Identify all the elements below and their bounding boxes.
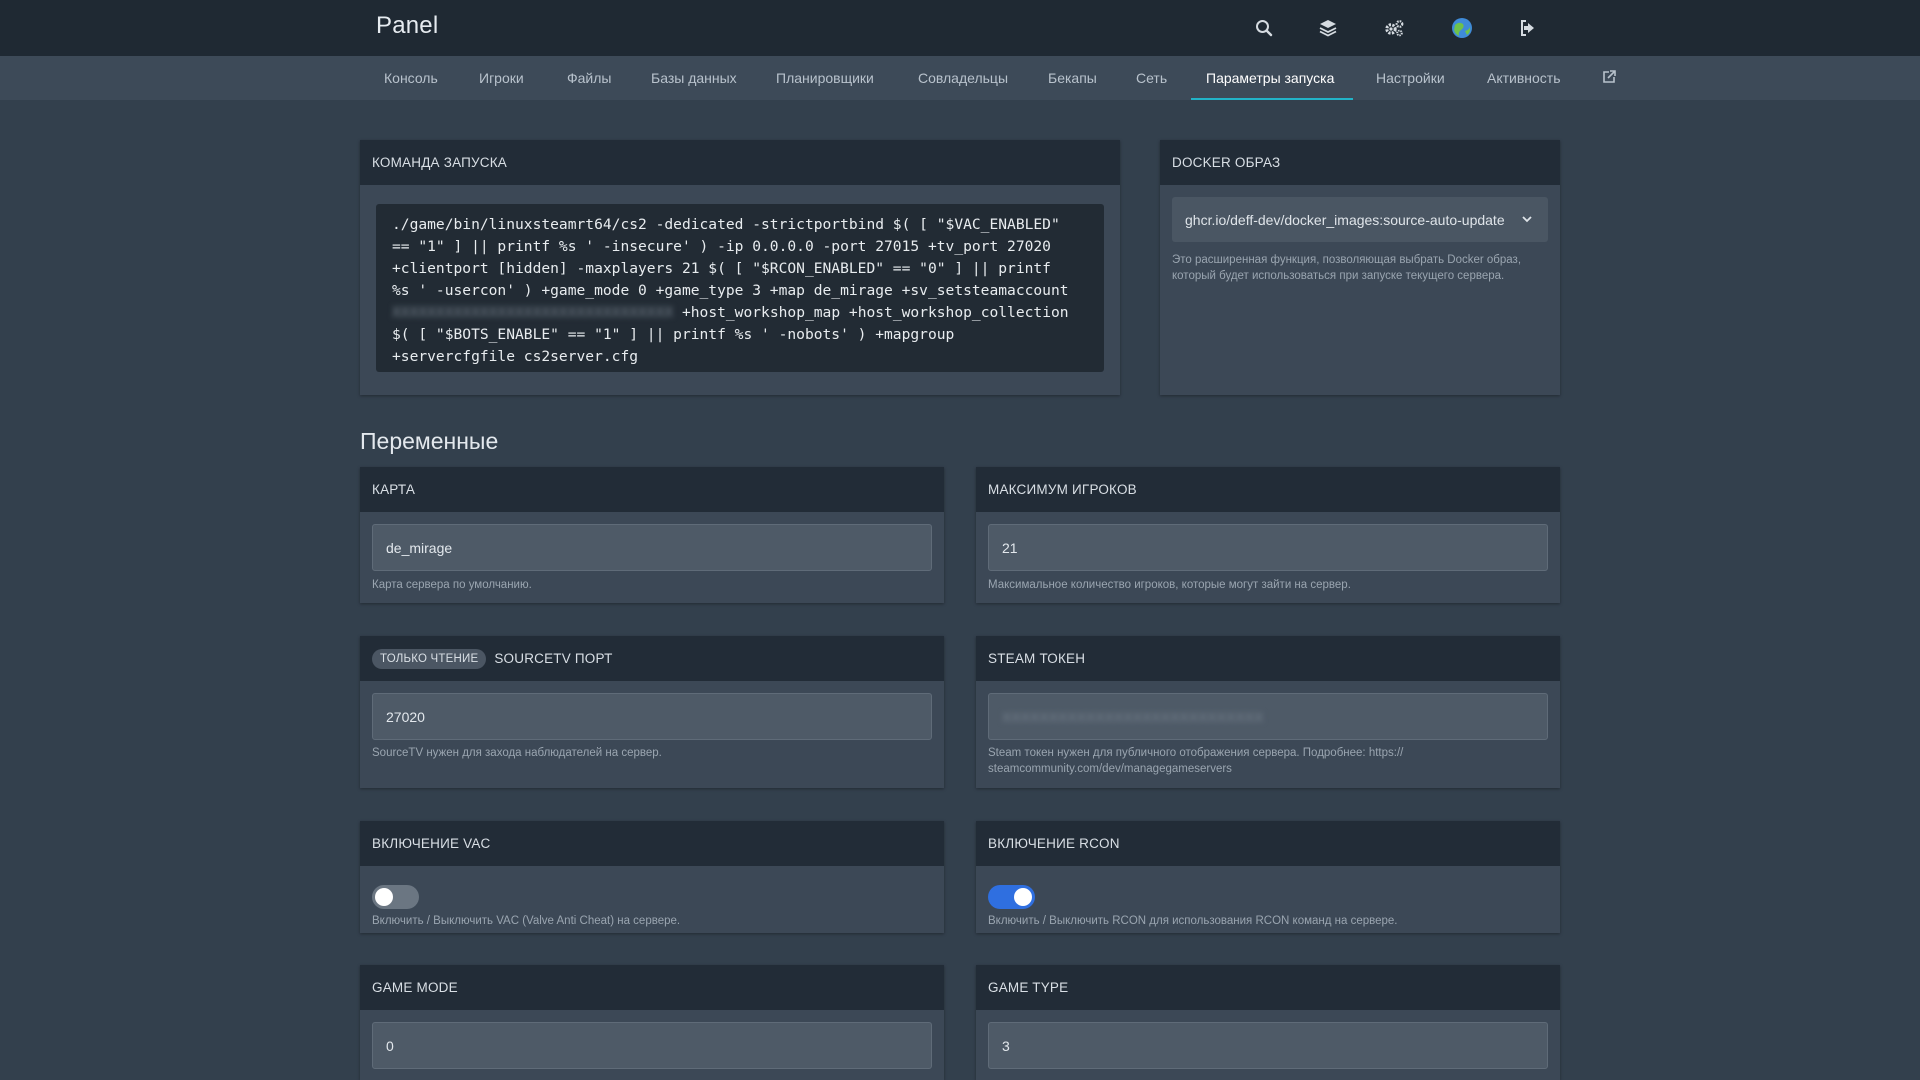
docker-image-title: DOCKER ОБРАЗ xyxy=(1160,140,1560,185)
variable-card-max-players: МАКСИМУМ ИГРОКОВ 21 Максимальное количес… xyxy=(976,467,1560,603)
sourcetv-port-input[interactable]: 27020 xyxy=(372,693,932,740)
input-value: 21 xyxy=(1002,539,1018,556)
docker-image-help: Это расширенная функция, позволяющая выб… xyxy=(1172,252,1552,284)
tab-players[interactable]: Игроки xyxy=(479,56,524,100)
tab-backups[interactable]: Бекапы xyxy=(1048,56,1097,100)
command-line: $( [ "$BOTS_ENABLE" == "1" ] || printf %… xyxy=(392,326,955,343)
startup-command-title: КОМАНДА ЗАПУСКА xyxy=(360,140,1120,185)
variable-title: GAME MODE xyxy=(360,965,944,1010)
variable-title: КАРТА xyxy=(360,467,944,512)
input-value: de_mirage xyxy=(386,539,453,556)
tab-network[interactable]: Сеть xyxy=(1136,56,1167,100)
cogs-icon[interactable] xyxy=(1382,16,1406,40)
hidden-account-token: XXXXXXXXXXXXXXXXXXXXXXXXXXXXXXXX xyxy=(392,304,674,321)
command-line-tail: +host_workshop_map +host_workshop_collec… xyxy=(681,304,1069,321)
variable-title: STEAM ТОКЕН xyxy=(976,636,1560,681)
active-tab-indicator xyxy=(1191,98,1353,100)
game-type-input[interactable]: 3 xyxy=(988,1022,1548,1069)
variable-title-row: ТОЛЬКО ЧТЕНИЕ SOURCETV ПОРТ xyxy=(360,636,944,681)
help-line: Это расширенная функция, позволяющая выб… xyxy=(1172,254,1522,266)
tab-subusers[interactable]: Совладельцы xyxy=(918,56,1008,100)
input-value: 0 xyxy=(386,1037,394,1054)
variable-card-vac: ВКЛЮЧЕНИЕ VAC Включить / Выключить VAC (… xyxy=(360,821,944,933)
map-input[interactable]: de_mirage xyxy=(372,524,932,571)
logout-icon[interactable] xyxy=(1516,16,1540,40)
input-value: 3 xyxy=(1002,1037,1010,1054)
variable-title: SOURCETV ПОРТ xyxy=(494,651,613,666)
read-only-badge: ТОЛЬКО ЧТЕНИЕ xyxy=(372,648,487,669)
variable-help: Включить / Выключить VAC (Valve Anti Che… xyxy=(372,915,681,927)
variable-card-game-mode: GAME MODE 0 xyxy=(360,965,944,1080)
command-line: +clientport [hidden] -maxplayers 21 $( [… xyxy=(392,260,1051,277)
docker-image-card: DOCKER ОБРАЗ ghcr.io/deff-dev/docker_ima… xyxy=(1160,140,1560,395)
external-link-icon[interactable] xyxy=(1601,69,1617,87)
toggle-knob xyxy=(375,888,393,906)
help-line: Steam токен нужен для публичного отображ… xyxy=(988,747,1404,759)
chevron-down-icon xyxy=(1522,216,1532,223)
avatar-globe-icon[interactable] xyxy=(1450,16,1474,40)
tab-activity[interactable]: Активность xyxy=(1487,56,1561,100)
variable-help: Steam токен нужен для публичного отображ… xyxy=(988,745,1548,777)
command-line: +servercfgfile cs2server.cfg xyxy=(392,348,639,365)
toggle-knob xyxy=(1014,888,1032,906)
tab-schedules[interactable]: Планировщики xyxy=(776,56,874,100)
game-mode-input[interactable]: 0 xyxy=(372,1022,932,1069)
max-players-input[interactable]: 21 xyxy=(988,524,1548,571)
variable-card-steam-token: STEAM ТОКЕН XXXXXXXXXXXXXXXXXXXXXXXXXXXX… xyxy=(976,636,1560,788)
variable-card-map: КАРТА de_mirage Карта сервера по умолчан… xyxy=(360,467,944,603)
variable-title: МАКСИМУМ ИГРОКОВ xyxy=(976,467,1560,512)
variable-help: Максимальное количество игроков, которые… xyxy=(988,579,1351,591)
steam-token-input[interactable]: XXXXXXXXXXXXXXXXXXXXXXXXXXXX xyxy=(988,693,1548,740)
variable-title: GAME TYPE xyxy=(976,965,1560,1010)
variable-title: ВКЛЮЧЕНИЕ VAC xyxy=(360,821,944,866)
command-line: %s ' -usercon' ) +game_mode 0 +game_type… xyxy=(392,282,1069,299)
search-icon[interactable] xyxy=(1252,16,1276,40)
tab-files[interactable]: Файлы xyxy=(567,56,611,100)
command-line: ./game/bin/linuxsteamrt64/cs2 -dedicated… xyxy=(392,216,1060,233)
variable-card-rcon: ВКЛЮЧЕНИЕ RCON Включить / Выключить RCON… xyxy=(976,821,1560,933)
docker-image-select[interactable]: ghcr.io/deff-dev/docker_images:source-au… xyxy=(1172,197,1548,242)
command-line: XXXXXXXXXXXXXXXXXXXXXXXXXXXXXXXX +host_w… xyxy=(392,302,1088,324)
docker-image-value: ghcr.io/deff-dev/docker_images:source-au… xyxy=(1185,211,1505,228)
variable-help: Карта сервера по умолчанию. xyxy=(372,579,532,591)
layers-icon[interactable] xyxy=(1316,16,1340,40)
sub-navigation: Консоль Игроки Файлы Базы данных Планиро… xyxy=(0,56,1920,100)
startup-command-card: КОМАНДА ЗАПУСКА ./game/bin/linuxsteamrt6… xyxy=(360,140,1120,395)
variable-card-game-type: GAME TYPE 3 xyxy=(976,965,1560,1080)
hidden-token-value: XXXXXXXXXXXXXXXXXXXXXXXXXXXX xyxy=(1002,708,1264,725)
tab-console[interactable]: Консоль xyxy=(384,56,438,100)
tab-databases[interactable]: Базы данных xyxy=(651,56,737,100)
variables-section-title: Переменные xyxy=(360,428,499,454)
brand-title[interactable]: Panel xyxy=(376,12,438,40)
input-value: 27020 xyxy=(386,708,425,725)
variable-card-sourcetv-port: ТОЛЬКО ЧТЕНИЕ SOURCETV ПОРТ 27020 Source… xyxy=(360,636,944,788)
command-line: == "1" ] || printf %s ' -insecure' ) -ip… xyxy=(392,238,1051,255)
tab-startup[interactable]: Параметры запуска xyxy=(1206,56,1334,100)
variable-help: Включить / Выключить RCON для использова… xyxy=(988,915,1398,927)
startup-command-text: ./game/bin/linuxsteamrt64/cs2 -dedicated… xyxy=(376,204,1104,372)
top-bar: Panel xyxy=(0,0,1920,56)
vac-toggle[interactable] xyxy=(372,885,419,909)
rcon-toggle[interactable] xyxy=(988,885,1035,909)
variable-help: SourceTV нужен для захода наблюдателей н… xyxy=(372,747,662,759)
tab-settings[interactable]: Настройки xyxy=(1376,56,1445,100)
variable-title: ВКЛЮЧЕНИЕ RCON xyxy=(976,821,1560,866)
help-line: steamcommunity.com/dev/managegameservers xyxy=(988,763,1232,775)
help-line: который будет использоваться при запуске… xyxy=(1172,270,1505,282)
